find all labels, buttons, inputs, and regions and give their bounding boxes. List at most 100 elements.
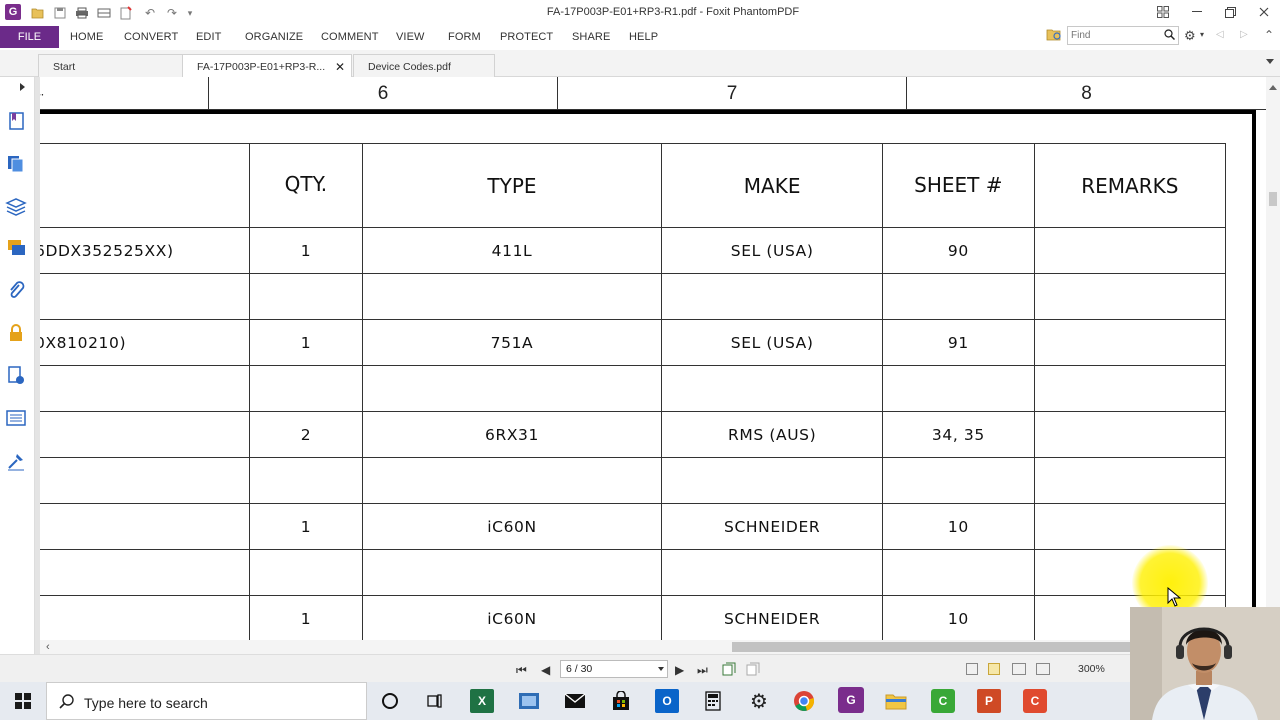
close-tab-icon[interactable]: ✕ — [335, 60, 345, 74]
menu-protect[interactable]: PROTECT — [500, 31, 553, 43]
restore-button[interactable] — [1214, 2, 1246, 22]
cell-make: RMS (AUS) — [661, 411, 884, 458]
file-menu-button[interactable]: FILE — [0, 26, 59, 48]
task-view-icon[interactable] — [423, 689, 447, 713]
find-previous-icon[interactable]: ◁ — [1216, 29, 1224, 40]
destinations-tool-icon[interactable] — [5, 450, 27, 472]
menu-comment[interactable]: COMMENT — [321, 31, 379, 43]
powerpoint-icon[interactable]: P — [977, 689, 1001, 713]
cell-type: iC60N — [361, 503, 663, 550]
windows-start-icon[interactable] — [0, 682, 46, 720]
table-row — [40, 273, 1227, 320]
next-page-icon[interactable]: ▶ — [675, 663, 684, 677]
webcam-overlay — [1130, 607, 1280, 720]
snipping-icon[interactable] — [517, 689, 541, 713]
tab-start[interactable]: Start — [38, 54, 188, 77]
signature-document-icon[interactable] — [5, 365, 27, 387]
cell-description — [40, 273, 251, 320]
find-folder-icon[interactable] — [1046, 28, 1062, 45]
collapse-ribbon-icon[interactable]: ⌃ — [1264, 28, 1274, 42]
content-list-icon[interactable] — [5, 407, 27, 429]
cell-make: SCHNEIDER — [661, 595, 884, 640]
zone-8: 8 — [906, 77, 1266, 110]
cell-sheet — [882, 457, 1035, 504]
store-icon[interactable] — [609, 689, 633, 713]
cell-type: 411L — [361, 227, 663, 274]
settings-icon[interactable]: ⚙ — [747, 689, 771, 713]
table-row: 6DDX352525XX) 1 411L SEL (USA) 90 — [40, 227, 1227, 274]
tab-device-codes[interactable]: Device Codes.pdf — [353, 54, 495, 77]
next-view-icon[interactable] — [746, 662, 760, 679]
cell-type — [361, 365, 663, 412]
windows-taskbar: Type here to search X O ⚙ G C P C — [0, 682, 1280, 720]
cell-qty: 1 — [249, 319, 363, 366]
zoom-level[interactable]: 300% — [1078, 663, 1105, 675]
scrollbar-thumb[interactable] — [1269, 192, 1277, 206]
outlook-icon[interactable]: O — [655, 689, 679, 713]
continuous-view-icon[interactable] — [988, 663, 1000, 675]
menu-help[interactable]: HELP — [629, 31, 658, 43]
pages-thumbnail-icon[interactable] — [5, 153, 27, 175]
comments-icon[interactable] — [5, 237, 27, 259]
recorder-icon[interactable]: C — [1023, 689, 1047, 713]
menu-share[interactable]: SHARE — [572, 31, 610, 43]
single-page-view-icon[interactable] — [966, 663, 978, 675]
close-button[interactable] — [1248, 2, 1280, 22]
menu-convert[interactable]: CONVERT — [124, 31, 178, 43]
previous-page-icon[interactable]: ◀ — [541, 663, 550, 677]
minimize-button[interactable] — [1181, 2, 1213, 22]
mail-icon[interactable] — [563, 689, 587, 713]
bookmark-icon[interactable] — [5, 110, 27, 132]
taskbar-search-box[interactable]: Type here to search — [46, 682, 367, 720]
find-next-icon[interactable]: ▷ — [1240, 29, 1248, 40]
menu-edit[interactable]: EDIT — [196, 31, 221, 43]
cell-description: 6DDX352525XX) — [40, 227, 251, 274]
layers-icon[interactable] — [5, 195, 27, 217]
scrollbar-thumb[interactable] — [732, 642, 1130, 652]
expand-panel-icon[interactable] — [20, 83, 25, 91]
tab-active-document[interactable]: FA-17P003P-E01+RP3-R... ✕ — [182, 54, 352, 78]
tab-list-dropdown-icon[interactable] — [1266, 59, 1274, 64]
attachment-icon[interactable] — [5, 280, 27, 302]
previous-view-icon[interactable] — [722, 662, 736, 679]
table-header-row: QTY. TYPE MAKE SHEET # REMARKS — [40, 143, 1227, 228]
scroll-left-arrow-icon[interactable]: ‹ — [46, 641, 50, 653]
file-explorer-icon[interactable] — [884, 689, 908, 713]
find-input[interactable] — [1068, 27, 1160, 44]
cell-description — [40, 411, 251, 458]
continuous-facing-view-icon[interactable] — [1036, 663, 1050, 675]
scroll-up-arrow-icon[interactable] — [1269, 85, 1277, 90]
last-page-icon[interactable]: ⏭ — [697, 663, 708, 678]
chrome-icon[interactable] — [792, 689, 816, 713]
settings-gear-icon[interactable]: ⚙ — [1184, 28, 1196, 44]
excel-icon[interactable]: X — [470, 689, 494, 713]
security-lock-icon[interactable] — [5, 322, 27, 344]
cortana-icon[interactable] — [378, 689, 402, 713]
menu-home[interactable]: HOME — [70, 31, 103, 43]
facing-view-icon[interactable] — [1012, 663, 1026, 675]
find-field[interactable] — [1067, 26, 1179, 45]
settings-dropdown-icon[interactable]: ▾ — [1200, 30, 1204, 39]
camtasia-icon[interactable]: C — [931, 689, 955, 713]
cell-remarks — [1033, 273, 1227, 320]
foxit-icon[interactable]: G — [838, 687, 864, 713]
menu-view[interactable]: VIEW — [396, 31, 425, 43]
document-viewport[interactable]: ᠃ 6 7 8 QTY. TYPE MAKE SHEET # REMARKS 6… — [40, 77, 1266, 640]
menu-organize[interactable]: ORGANIZE — [245, 31, 303, 43]
cell-qty — [249, 365, 363, 412]
cell-sheet — [882, 549, 1035, 596]
cell-remarks — [1033, 411, 1227, 458]
calculator-icon[interactable] — [701, 689, 725, 713]
first-page-icon[interactable]: ⏮ — [516, 663, 527, 678]
cell-type: iC60N — [361, 595, 663, 640]
menu-form[interactable]: FORM — [448, 31, 481, 43]
cell-make: SEL (USA) — [661, 227, 884, 274]
title-bar: G ↶ ↷ ▾ FA-17P003P-E01+RP3-R1.pdf - Foxi… — [0, 0, 1280, 26]
vertical-scrollbar[interactable] — [1266, 77, 1280, 640]
cell-qty: 1 — [249, 503, 363, 550]
search-icon[interactable] — [1164, 29, 1176, 43]
cell-description — [40, 365, 251, 412]
layout-grid-icon[interactable] — [1147, 2, 1179, 22]
page-number-select[interactable]: 6 / 30 — [560, 660, 668, 678]
horizontal-scrollbar[interactable]: ‹ — [40, 640, 1130, 654]
